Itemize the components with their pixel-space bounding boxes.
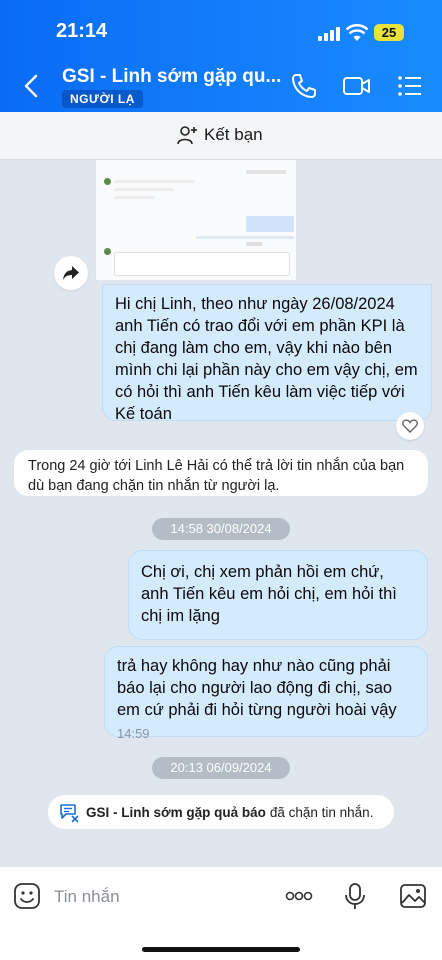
message-text: trả hay không hay như nào cũng phải báo …	[117, 657, 397, 719]
back-arrow-icon[interactable]	[22, 74, 42, 98]
menu-list-icon[interactable]	[396, 72, 424, 100]
stranger-badge: NGƯỜI LẠ	[62, 90, 143, 108]
blocker-name: GSI - Linh sớm gặp quả báo	[86, 804, 266, 820]
status-time: 21:14	[56, 20, 108, 42]
blocked-chat-icon	[60, 804, 79, 823]
battery-indicator: 25	[374, 24, 404, 41]
date-separator: 20:13 06/09/2024	[152, 757, 290, 779]
image-gallery-icon[interactable]	[398, 881, 428, 911]
message-time: 14:59	[117, 726, 150, 741]
chat-area[interactable]: Hi chị Linh, theo như ngày 26/08/2024 an…	[0, 160, 442, 866]
message-bubble-sent[interactable]: Hi chị Linh, theo như ngày 26/08/2024 an…	[102, 284, 432, 423]
sticker-icon[interactable]	[12, 881, 42, 911]
system-notice-text: Trong 24 giờ tới Linh Lê Hải có thể trả …	[28, 458, 405, 494]
heart-icon	[402, 419, 418, 433]
add-friend-bar: Kết bạn	[0, 112, 442, 160]
block-notice: GSI - Linh sớm gặp quả báo đã chặn tin n…	[48, 795, 394, 829]
phone-icon[interactable]	[290, 72, 318, 100]
message-text: Chị ơi, chị xem phản hồi em chứ, anh Tiế…	[141, 563, 397, 625]
chat-header: 21:14 25 GSI - Linh sớm gặp qu... NGƯỜI …	[0, 0, 442, 112]
message-bubble-sent[interactable]: Chị ơi, chị xem phản hồi em chứ, anh Tiế…	[128, 550, 428, 640]
block-text: đã chặn tin nhắn.	[269, 804, 374, 820]
screenshot-image[interactable]	[96, 160, 296, 280]
add-user-icon	[177, 126, 197, 145]
message-bubble-sent[interactable]: trả hay không hay như nào cũng phải báo …	[104, 646, 428, 741]
signal-icon	[318, 27, 340, 41]
conversation-title[interactable]: GSI - Linh sớm gặp qu...	[62, 66, 281, 88]
microphone-icon[interactable]	[340, 881, 370, 911]
forward-arrow-icon	[63, 266, 79, 280]
message-input[interactable]: Tin nhắn	[54, 887, 120, 907]
system-notice: Trong 24 giờ tới Linh Lê Hải có thể trả …	[14, 450, 428, 496]
home-indicator	[142, 947, 300, 952]
message-input-bar: Tin nhắn	[0, 866, 442, 960]
status-bar: 21:14 25	[0, 0, 442, 58]
react-heart-button[interactable]	[396, 412, 424, 440]
date-separator: 14:58 30/08/2024	[152, 518, 290, 540]
add-friend-button[interactable]: Kết bạn	[176, 124, 263, 146]
video-call-icon[interactable]	[342, 72, 372, 100]
share-button[interactable]	[54, 256, 88, 290]
message-text: Hi chị Linh, theo như ngày 26/08/2024 an…	[115, 295, 418, 423]
more-options-icon[interactable]	[284, 881, 314, 911]
wifi-icon	[346, 24, 368, 41]
add-friend-label: Kết bạn	[204, 125, 263, 144]
